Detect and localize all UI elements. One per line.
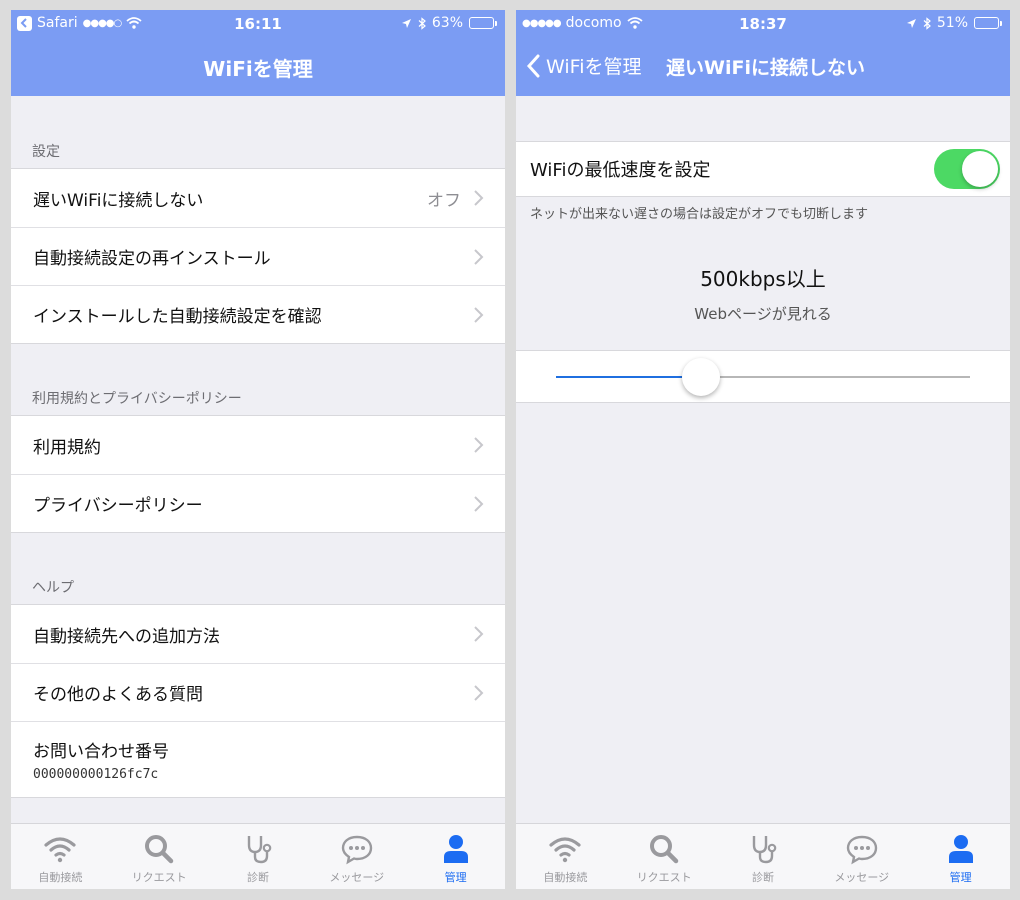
page-title: 遅いWiFiに接続しない — [666, 57, 865, 79]
row-faq[interactable]: その他のよくある質問 — [11, 663, 505, 721]
tab-label: メッセージ — [329, 871, 385, 884]
row-label: 自動接続設定の再インストール — [33, 249, 271, 269]
battery-percent: 63% — [431, 15, 463, 31]
inquiry-label: お問い合わせ番号 — [33, 742, 169, 762]
speed-description: Webページが見れる — [694, 305, 832, 323]
chevron-right-icon — [474, 626, 484, 642]
tab-label: 管理 — [444, 871, 467, 884]
battery-icon — [469, 17, 497, 29]
page-title: WiFiを管理 — [203, 57, 313, 81]
row-privacy-policy[interactable]: プライバシーポリシー — [11, 474, 505, 532]
person-icon — [443, 835, 468, 863]
section-header-help: ヘルプ — [32, 580, 74, 596]
stethoscope-icon — [752, 836, 777, 864]
tab-message[interactable]: メッセージ — [307, 824, 406, 889]
row-add-auto-connect[interactable]: 自動接続先への追加方法 — [11, 605, 505, 663]
tab-bar: 自動接続 リクエスト 診断 メッセージ 管理 — [11, 823, 505, 889]
chevron-right-icon — [474, 306, 484, 323]
tab-diagnosis[interactable]: 診断 — [714, 824, 813, 889]
row-label: インストールした自動接続設定を確認 — [33, 307, 322, 327]
battery-icon — [974, 17, 1002, 29]
chat-bubble-icon — [341, 835, 372, 865]
tab-request[interactable]: リクエスト — [615, 824, 714, 889]
section-header-settings: 設定 — [32, 144, 60, 160]
chevron-right-icon — [474, 684, 484, 701]
back-label: WiFiを管理 — [546, 56, 642, 78]
min-speed-toggle[interactable] — [934, 149, 1000, 189]
location-icon — [906, 18, 916, 28]
row-value: オフ — [427, 190, 461, 211]
search-icon — [650, 835, 679, 864]
chevron-right-icon — [474, 248, 484, 265]
tab-diagnosis[interactable]: 診断 — [209, 824, 308, 889]
tab-label: 自動接続 — [38, 871, 83, 884]
row-slow-wifi[interactable]: 遅いWiFiに接続しない オフ — [11, 169, 505, 227]
chevron-left-icon — [526, 54, 540, 77]
toggle-knob — [962, 151, 998, 187]
footnote: ネットが出来ない遅さの場合は設定がオフでも切断します — [530, 207, 869, 222]
back-button[interactable]: WiFiを管理 — [526, 52, 641, 79]
chevron-right-icon — [474, 437, 484, 453]
row-label: 遅いWiFiに接続しない — [33, 190, 204, 211]
row-label: 利用規約 — [33, 437, 101, 458]
tab-label: 診断 — [246, 871, 269, 884]
tab-label: 自動接続 — [543, 871, 588, 884]
status-bar: Safari ●●●●○ 16:11 63% — [11, 10, 505, 38]
row-check-profile[interactable]: インストールした自動接続設定を確認 — [11, 285, 505, 343]
wifi-icon — [549, 837, 581, 863]
chevron-right-icon — [474, 190, 484, 206]
speed-slider-track[interactable] — [556, 358, 970, 396]
right-screen: ●●●●● docomo 18:37 51% WiFiを管理 遅いWiFiに接続… — [516, 10, 1010, 889]
tab-label: 管理 — [949, 871, 972, 884]
left-screen: Safari ●●●●○ 16:11 63% WiFiを管理 設定 遅いWiFi… — [11, 10, 505, 889]
slider-group — [516, 350, 1010, 403]
row-label: その他のよくある質問 — [33, 685, 203, 705]
tab-request[interactable]: リクエスト — [110, 824, 209, 889]
battery-percent: 51% — [936, 15, 968, 31]
stethoscope-icon — [247, 836, 272, 864]
wifi-icon — [44, 837, 76, 863]
section-header-terms: 利用規約とプライバシーポリシー — [32, 391, 242, 407]
person-icon — [948, 835, 973, 863]
tab-auto-connect[interactable]: 自動接続 — [516, 824, 615, 889]
tab-label: 診断 — [751, 871, 774, 884]
location-icon — [401, 18, 411, 28]
tab-manage[interactable]: 管理 — [911, 824, 1010, 889]
row-inquiry-number: お問い合わせ番号 000000000126fc7c — [11, 721, 505, 797]
bluetooth-icon — [923, 16, 931, 30]
tab-bar: 自動接続 リクエスト 診断 メッセージ 管理 — [516, 823, 1010, 889]
toggle-group: WiFiの最低速度を設定 — [516, 141, 1010, 197]
toggle-label: WiFiの最低速度を設定 — [530, 160, 711, 181]
chat-bubble-icon — [846, 835, 877, 865]
bluetooth-icon — [418, 16, 426, 30]
row-min-speed: WiFiの最低速度を設定 — [516, 142, 1010, 196]
status-bar: ●●●●● docomo 18:37 51% — [516, 10, 1010, 38]
tab-manage[interactable]: 管理 — [406, 824, 505, 889]
tab-label: リクエスト — [636, 871, 692, 884]
tab-label: メッセージ — [834, 871, 890, 884]
settings-group: 遅いWiFiに接続しない オフ 自動接続設定の再インストール インストールした自… — [11, 168, 505, 344]
search-icon — [145, 835, 174, 864]
tab-label: リクエスト — [131, 871, 187, 884]
tab-auto-connect[interactable]: 自動接続 — [11, 824, 110, 889]
nav-bar: ●●●●● docomo 18:37 51% WiFiを管理 遅いWiFiに接続… — [516, 10, 1010, 96]
speed-value: 500kbps以上 — [700, 267, 826, 291]
row-label: 自動接続先への追加方法 — [33, 626, 220, 647]
nav-bar: Safari ●●●●○ 16:11 63% WiFiを管理 — [11, 10, 505, 96]
inquiry-number: 000000000126fc7c — [33, 767, 159, 782]
chevron-right-icon — [474, 495, 484, 512]
help-group: 自動接続先への追加方法 その他のよくある質問 お問い合わせ番号 00000000… — [11, 604, 505, 798]
tab-message[interactable]: メッセージ — [812, 824, 911, 889]
speed-slider-fill — [556, 376, 701, 378]
terms-group: 利用規約 プライバシーポリシー — [11, 415, 505, 533]
row-reinstall-profile[interactable]: 自動接続設定の再インストール — [11, 227, 505, 285]
speed-slider-thumb[interactable] — [681, 358, 720, 396]
row-terms-of-use[interactable]: 利用規約 — [11, 416, 505, 474]
row-label: プライバシーポリシー — [33, 496, 203, 516]
